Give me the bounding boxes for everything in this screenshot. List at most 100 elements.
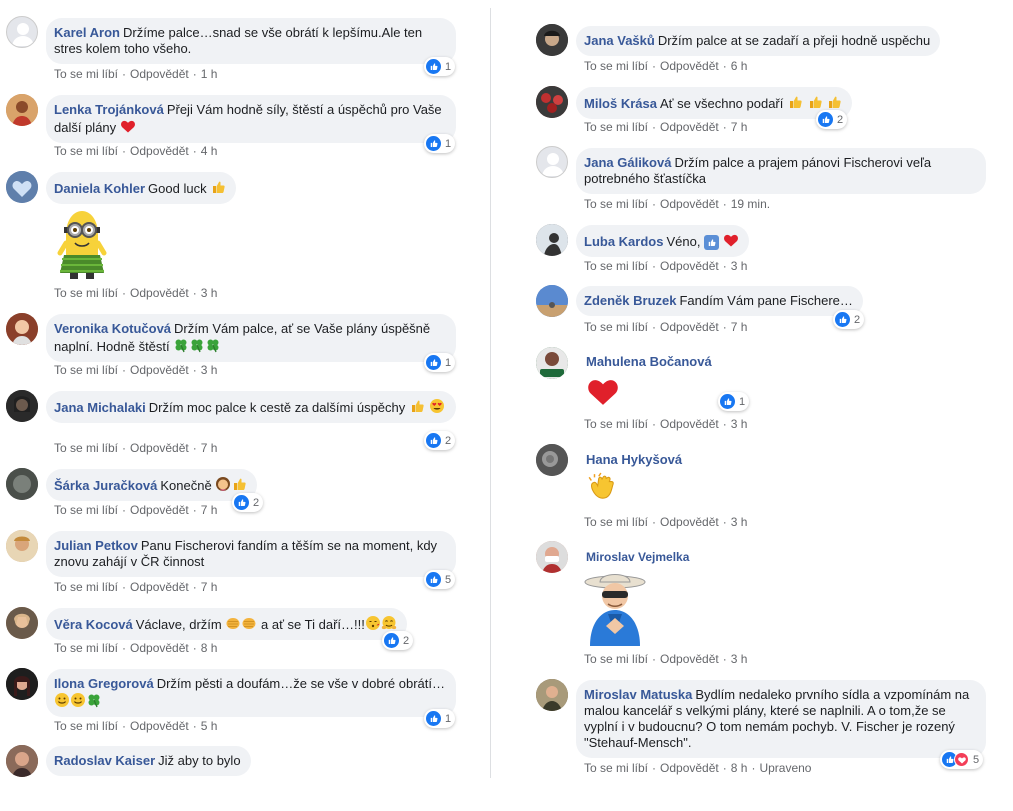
reaction-count[interactable]: 2	[833, 310, 865, 329]
reaction-count[interactable]: 1	[718, 392, 750, 411]
like-link[interactable]: To se mi líbí	[584, 197, 648, 211]
comment-time[interactable]: 5 h	[201, 719, 218, 733]
reply-link[interactable]: Odpovědět	[130, 503, 189, 517]
comment-author[interactable]: Julian Petkov	[54, 538, 138, 553]
avatar[interactable]	[6, 16, 38, 48]
avatar[interactable]	[536, 24, 568, 56]
reply-link[interactable]: Odpovědět	[130, 67, 189, 81]
comment-author[interactable]: Lenka Trojánková	[54, 102, 164, 117]
comment-author[interactable]: Jana Gáliková	[584, 155, 671, 170]
comment-time[interactable]: 6 h	[731, 59, 748, 73]
reaction-count[interactable]: 1	[424, 709, 456, 728]
comment-time[interactable]: 3 h	[731, 515, 748, 529]
like-link[interactable]: To se mi líbí	[54, 286, 118, 300]
reply-link[interactable]: Odpovědět	[660, 761, 719, 775]
avatar[interactable]	[536, 347, 568, 379]
like-link[interactable]: To se mi líbí	[584, 761, 648, 775]
reaction-count[interactable]: 1	[424, 57, 456, 76]
reply-link[interactable]: Odpovědět	[130, 363, 189, 377]
comment-author[interactable]: Věra Kocová	[54, 617, 133, 632]
like-link[interactable]: To se mi líbí	[584, 652, 648, 666]
like-link[interactable]: To se mi líbí	[54, 641, 118, 655]
comment-author[interactable]: Veronika Kotučová	[54, 321, 171, 336]
reply-link[interactable]: Odpovědět	[660, 120, 719, 134]
comment-author[interactable]: Jana Michalaki	[54, 400, 146, 415]
avatar[interactable]	[6, 313, 38, 345]
reply-link[interactable]: Odpovědět	[660, 320, 719, 334]
reaction-count[interactable]: 2	[424, 431, 456, 450]
reply-link[interactable]: Odpovědět	[660, 652, 719, 666]
reaction-count[interactable]: 1	[424, 134, 456, 153]
edited-label[interactable]: Upraveno	[759, 761, 811, 775]
comment-time[interactable]: 1 h	[201, 67, 218, 81]
comment-time[interactable]: 4 h	[201, 144, 218, 158]
reply-link[interactable]: Odpovědět	[130, 719, 189, 733]
reply-link[interactable]: Odpovědět	[660, 515, 719, 529]
comment-time[interactable]: 3 h	[731, 417, 748, 431]
avatar[interactable]	[6, 607, 38, 639]
reply-link[interactable]: Odpovědět	[660, 417, 719, 431]
comment-time[interactable]: 3 h	[201, 286, 218, 300]
avatar[interactable]	[6, 390, 38, 422]
comment-time[interactable]: 7 h	[201, 580, 218, 594]
like-link[interactable]: To se mi líbí	[54, 580, 118, 594]
like-link[interactable]: To se mi líbí	[584, 417, 648, 431]
avatar[interactable]	[6, 668, 38, 700]
reply-link[interactable]: Odpovědět	[660, 59, 719, 73]
reply-link[interactable]: Odpovědět	[130, 641, 189, 655]
comment-author[interactable]: Jana Vašků	[584, 33, 655, 48]
reply-link[interactable]: Odpovědět	[130, 286, 189, 300]
reaction-count[interactable]: 5	[424, 570, 456, 589]
like-link[interactable]: To se mi líbí	[54, 719, 118, 733]
comment-time[interactable]: 19 min.	[731, 197, 770, 211]
avatar[interactable]	[536, 444, 568, 476]
avatar[interactable]	[6, 468, 38, 500]
reaction-count[interactable]: 2	[382, 631, 414, 650]
like-link[interactable]: To se mi líbí	[54, 441, 118, 455]
like-link[interactable]: To se mi líbí	[54, 503, 118, 517]
avatar[interactable]	[6, 745, 38, 777]
avatar[interactable]	[6, 94, 38, 126]
comment-time[interactable]: 8 h	[731, 761, 748, 775]
comment-author[interactable]: Daniela Kohler	[54, 181, 145, 196]
comment-author[interactable]: Karel Aron	[54, 25, 120, 40]
comment-author[interactable]: Šárka Juračková	[54, 478, 157, 493]
comment-author[interactable]: Miloš Krása	[584, 96, 657, 111]
comment-time[interactable]: 3 h	[731, 652, 748, 666]
reaction-count[interactable]: 1	[424, 353, 456, 372]
like-link[interactable]: To se mi líbí	[584, 515, 648, 529]
avatar[interactable]	[536, 146, 568, 178]
like-link[interactable]: To se mi líbí	[584, 120, 648, 134]
comment-author[interactable]: Ilona Gregorová	[54, 676, 154, 691]
comment-author[interactable]: Radoslav Kaiser	[54, 753, 155, 768]
reply-link[interactable]: Odpovědět	[130, 580, 189, 594]
like-link[interactable]: To se mi líbí	[584, 259, 648, 273]
avatar[interactable]	[536, 285, 568, 317]
reply-link[interactable]: Odpovědět	[660, 197, 719, 211]
like-link[interactable]: To se mi líbí	[584, 59, 648, 73]
comment-time[interactable]: 7 h	[201, 503, 218, 517]
avatar[interactable]	[536, 541, 568, 573]
comment-author[interactable]: Luba Kardos	[584, 234, 663, 249]
reaction-count[interactable]: 5	[940, 750, 984, 769]
comment-author[interactable]: Zdeněk Bruzek	[584, 293, 676, 308]
comment-author[interactable]: Miroslav Vejmelka	[586, 550, 689, 564]
comment-author[interactable]: Mahulena Bočanová	[586, 354, 712, 369]
like-link[interactable]: To se mi líbí	[54, 144, 118, 158]
like-link[interactable]: To se mi líbí	[54, 67, 118, 81]
comment-time[interactable]: 7 h	[201, 441, 218, 455]
comment-author[interactable]: Miroslav Matuska	[584, 687, 692, 702]
avatar[interactable]	[536, 86, 568, 118]
comment-time[interactable]: 3 h	[731, 259, 748, 273]
reaction-count[interactable]: 2	[232, 493, 264, 512]
avatar[interactable]	[536, 679, 568, 711]
reaction-count[interactable]: 2	[816, 110, 848, 129]
comment-time[interactable]: 8 h	[201, 641, 218, 655]
avatar[interactable]	[536, 224, 568, 256]
comment-time[interactable]: 7 h	[731, 120, 748, 134]
reply-link[interactable]: Odpovědět	[130, 441, 189, 455]
comment-time[interactable]: 3 h	[201, 363, 218, 377]
reply-link[interactable]: Odpovědět	[130, 144, 189, 158]
like-link[interactable]: To se mi líbí	[584, 320, 648, 334]
reply-link[interactable]: Odpovědět	[660, 259, 719, 273]
